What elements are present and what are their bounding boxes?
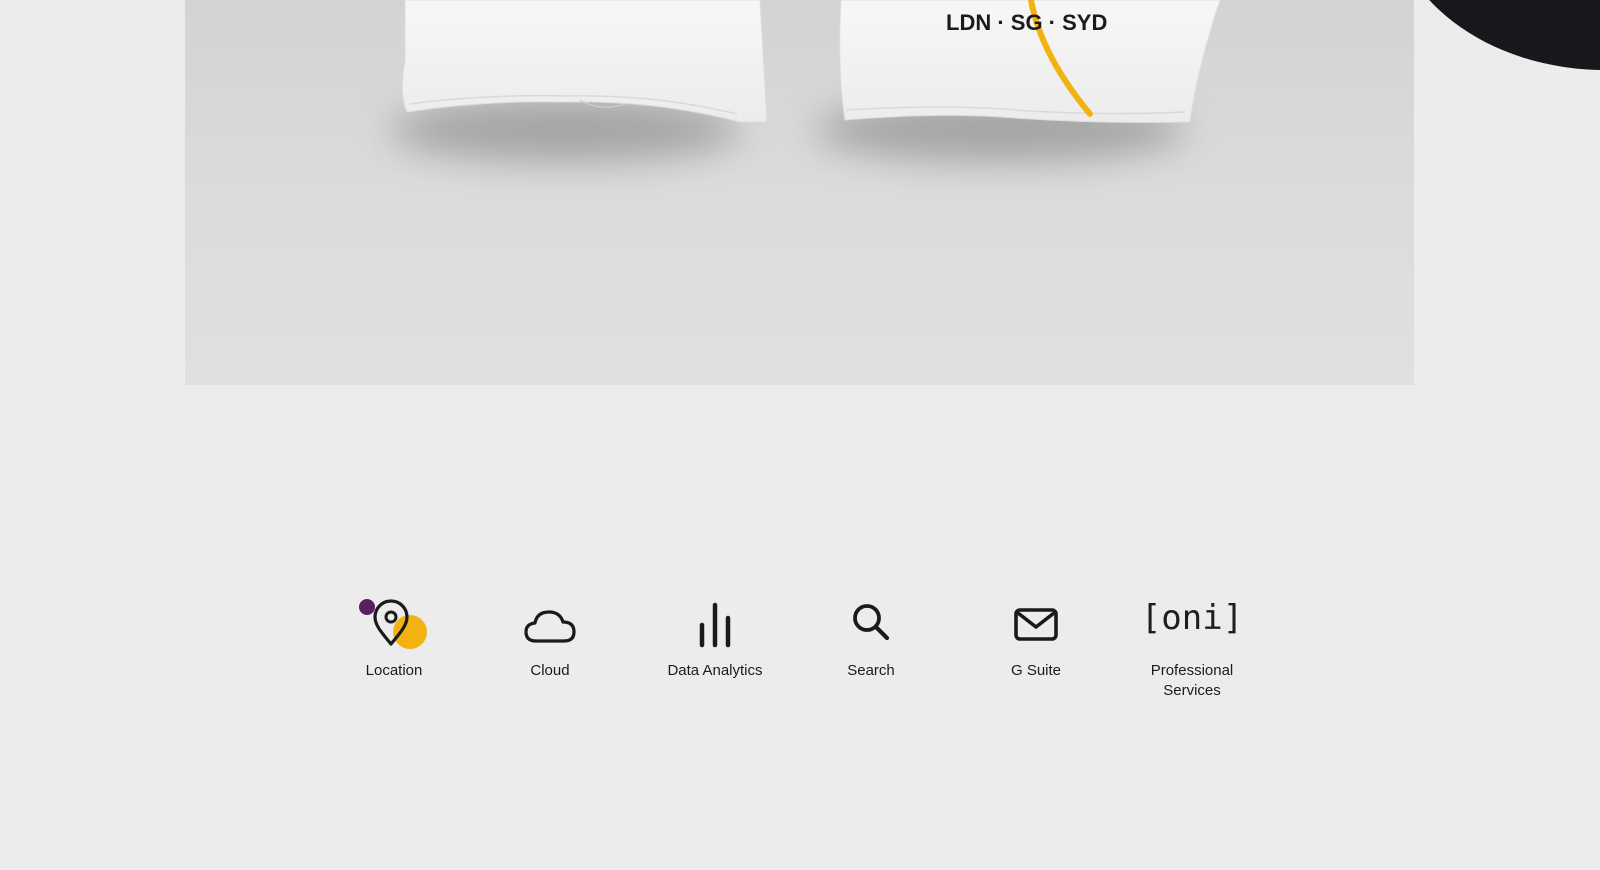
service-search[interactable]: Search [801,598,941,681]
service-label: Location [365,662,423,679]
dark-circle-decoration [1390,0,1600,70]
service-cloud[interactable]: Cloud [480,598,620,681]
service-professional-services[interactable]: [oni] Professional Services [1122,598,1262,701]
oni-bracket-icon: [oni] [1140,598,1244,638]
location-pin-icon [324,598,464,658]
service-label: Cloud [530,662,570,679]
cloud-icon [480,598,620,658]
mail-icon [966,598,1106,658]
tshirt-mockup-image: LDN · SG · SYD [185,0,1414,385]
service-label: Professional Services [1150,662,1234,699]
service-location[interactable]: Location [324,598,464,681]
service-label: Data Analytics [667,662,763,679]
search-icon [801,598,941,658]
services-row: Location Cloud Data Analytics Search G S… [0,598,1600,728]
service-data-analytics[interactable]: Data Analytics [645,598,785,681]
shirt-print-text: LDN · SG · SYD [946,10,1107,35]
service-g-suite[interactable]: G Suite [966,598,1106,681]
bar-chart-icon [645,598,785,658]
tshirt-mockup-illustration: LDN · SG · SYD [390,0,1221,162]
service-label: Search [847,662,895,679]
service-label: G Suite [1010,662,1062,679]
page: LDN · SG · SYD Location Cloud Data Analy… [0,0,1600,870]
